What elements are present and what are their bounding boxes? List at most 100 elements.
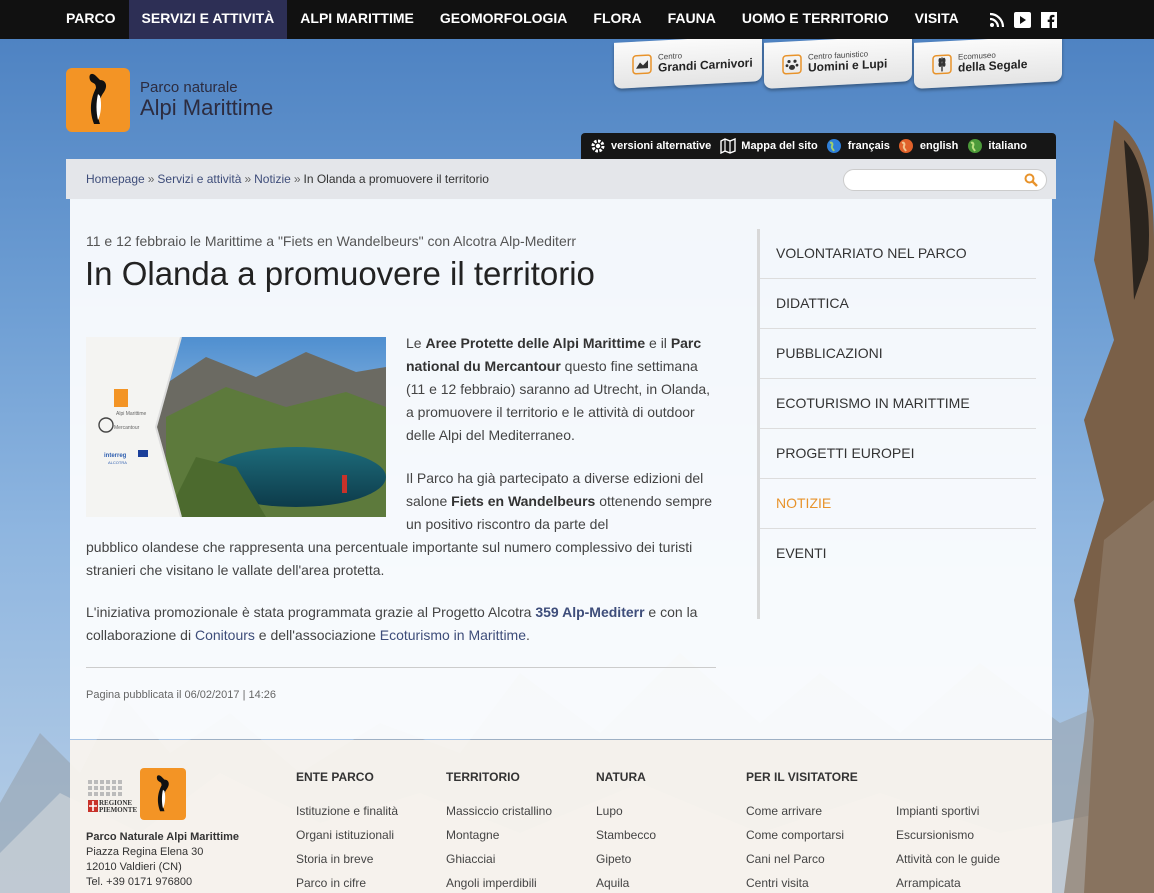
- sidebar-item-ecoturismo[interactable]: ECOTURISMO IN MARITTIME: [760, 379, 1036, 429]
- nav-uomo-e-territorio[interactable]: UOMO E TERRITORIO: [729, 0, 902, 39]
- gear-icon: [589, 138, 606, 155]
- footer-link[interactable]: Arrampicata: [896, 876, 1000, 890]
- footer-col-territorio: TERRITORIO Massiccio cristallino Montagn…: [446, 770, 553, 890]
- footer-link[interactable]: Gipeto: [596, 852, 656, 866]
- wheat-icon: [932, 54, 952, 75]
- footer-link[interactable]: Come comportarsi: [746, 828, 858, 842]
- logo-line2: Alpi Marittime: [140, 95, 274, 120]
- youtube-icon[interactable]: [1014, 11, 1031, 28]
- article-paragraph-2: Il Parco ha già partecipato a diverse ed…: [406, 470, 713, 532]
- footer-link[interactable]: Montagne: [446, 828, 552, 842]
- footer-link[interactable]: Parco in cifre: [296, 876, 398, 890]
- chamois-logo-icon: [66, 68, 130, 132]
- footer-link[interactable]: Aquila: [596, 876, 656, 890]
- footer-link[interactable]: Lupo: [596, 804, 656, 818]
- tab-uomini-e-lupi[interactable]: Centro faunistico Uomini e Lupi: [764, 35, 912, 89]
- nav-flora[interactable]: FLORA: [580, 0, 654, 39]
- sidebar-item-pubblicazioni[interactable]: PUBBLICAZIONI: [760, 329, 1036, 379]
- breadcrumb: Homepage» Servizi e attività» Notizie» In O…: [86, 172, 489, 186]
- svg-text:Mercantour: Mercantour: [114, 425, 140, 431]
- logo-line1: Parco naturale: [140, 79, 238, 96]
- sidebar-item-progetti-europei[interactable]: PROGETTI EUROPEI: [760, 429, 1036, 479]
- footer-col-visitatore: PER IL VISITATORE Come arrivare Come com…: [746, 770, 858, 890]
- footer-link[interactable]: Impianti sportivi: [896, 804, 1000, 818]
- section-sidebar: VOLONTARIATO NEL PARCO DIDATTICA PUBBLIC…: [757, 229, 1036, 619]
- footer-link[interactable]: Stambecco: [596, 828, 656, 842]
- globe-blue-icon: [826, 138, 843, 155]
- footer-col-ente-parco: ENTE PARCO Istituzione e finalità Organi…: [296, 770, 399, 890]
- footer-link[interactable]: Storia in breve: [296, 852, 398, 866]
- nav-servizi-e-attivita[interactable]: SERVIZI E ATTIVITÀ: [128, 0, 288, 39]
- search-box: [843, 169, 1047, 191]
- top-navigation: PARCO SERVIZI E ATTIVITÀ ALPI MARITTIME …: [0, 0, 1154, 39]
- footer-link[interactable]: Centri visita: [746, 876, 858, 890]
- footer-link[interactable]: Attività con le guide: [896, 852, 1000, 866]
- footer-link[interactable]: Angoli imperdibili: [446, 876, 552, 890]
- nav-fauna[interactable]: FAUNA: [655, 0, 729, 39]
- article-paragraph-2-cont: pubblico olandese che rappresenta una pe…: [86, 539, 693, 578]
- footer-logos: REGIONE PIEMONTE: [86, 768, 186, 820]
- main-content: 11 e 12 febbraio le Marittime a "Fiets e…: [70, 199, 1052, 739]
- svg-text:interreg: interreg: [104, 453, 127, 459]
- footer-link[interactable]: Escursionismo: [896, 828, 1000, 842]
- footer-chamois-logo-icon: [140, 768, 186, 820]
- nav-parco[interactable]: PARCO: [53, 0, 129, 39]
- nav-alpi-marittime[interactable]: ALPI MARITTIME: [287, 0, 427, 39]
- carnivore-icon: [632, 54, 652, 75]
- svg-text:Alpi Marittime: Alpi Marittime: [116, 411, 147, 417]
- divider: [86, 667, 716, 668]
- rock-background: [1064, 120, 1154, 893]
- footer-col-visitatore-2: Impianti sportivi Escursionismo Attività…: [896, 770, 1000, 893]
- sidebar-item-notizie[interactable]: NOTIZIE: [760, 479, 1036, 529]
- utility-bar: versioni alternative Mappa del sito fran…: [581, 133, 1056, 159]
- footer-link[interactable]: Come arrivare: [746, 804, 858, 818]
- footer-col-natura: NATURA Lupo Stambecco Gipeto Aquila: [596, 770, 657, 890]
- article-paragraph-1: Le Aree Protette delle Alpi Marittime e …: [406, 335, 711, 443]
- regione-piemonte-logo: REGIONE PIEMONTE: [86, 778, 138, 820]
- article-image: Alpi Marittime Mercantour interreg ALCOT…: [86, 337, 386, 517]
- alternative-versions-link[interactable]: versioni alternative: [589, 138, 711, 155]
- footer-link[interactable]: Ghiacciai: [446, 852, 552, 866]
- tab-della-segale[interactable]: Ecomuseo della Segale: [914, 35, 1062, 89]
- sidebar-item-volontariato[interactable]: VOLONTARIATO NEL PARCO: [760, 229, 1036, 279]
- social-links: [988, 0, 1154, 39]
- header-tabs: Centro Grandi Carnivori Centro faunistic…: [614, 35, 1064, 89]
- conitours-link[interactable]: Conitours: [195, 627, 255, 643]
- search-icon[interactable]: [1024, 173, 1038, 192]
- search-input[interactable]: [854, 170, 1024, 190]
- breadcrumb-notizie[interactable]: Notizie: [254, 172, 291, 186]
- nav-visita[interactable]: VISITA: [902, 0, 972, 39]
- regione-label: REGIONE PIEMONTE: [99, 799, 138, 814]
- lang-english[interactable]: english: [898, 138, 958, 155]
- lang-french[interactable]: français: [826, 138, 890, 155]
- article-subtitle: 11 e 12 febbraio le Marittime a "Fiets e…: [86, 233, 577, 249]
- breadcrumb-current: In Olanda a promuovere il territorio: [303, 172, 489, 186]
- facebook-icon[interactable]: [1040, 11, 1057, 28]
- breadcrumb-home[interactable]: Homepage: [86, 172, 145, 186]
- alp-mediterr-link[interactable]: 359 Alp-Mediterr: [535, 604, 644, 620]
- ecoturismo-link[interactable]: Ecoturismo in Marittime: [380, 627, 526, 643]
- breadcrumb-servizi[interactable]: Servizi e attività: [157, 172, 241, 186]
- footer-address: Parco Naturale Alpi Marittime Piazza Reg…: [86, 831, 240, 888]
- footer: REGIONE PIEMONTE Parco Naturale Alpi Mar…: [70, 740, 1052, 893]
- sidebar-item-didattica[interactable]: DIDATTICA: [760, 279, 1036, 329]
- sitemap-link[interactable]: Mappa del sito: [719, 138, 818, 155]
- footer-link[interactable]: Istituzione e finalità: [296, 804, 398, 818]
- nav-geomorfologia[interactable]: GEOMORFOLOGIA: [427, 0, 581, 39]
- footer-link[interactable]: Organi istituzionali: [296, 828, 398, 842]
- tab-grandi-carnivori[interactable]: Centro Grandi Carnivori: [614, 35, 762, 89]
- article-title: In Olanda a promuovere il territorio: [85, 255, 595, 292]
- sidebar-item-eventi[interactable]: EVENTI: [760, 529, 1036, 579]
- paw-icon: [782, 54, 802, 75]
- footer-link[interactable]: Massiccio cristallino: [446, 804, 552, 818]
- globe-orange-icon: [898, 138, 915, 155]
- map-icon: [719, 138, 736, 155]
- globe-green-icon: [966, 138, 983, 155]
- rss-icon[interactable]: [988, 11, 1005, 28]
- svg-text:ALCOTRA: ALCOTRA: [108, 460, 127, 465]
- article-paragraph-3: L'iniziativa promozionale è stata progra…: [86, 604, 698, 643]
- publication-date: Pagina pubblicata il 06/02/2017 | 14:26: [86, 689, 277, 701]
- lang-italian[interactable]: italiano: [966, 138, 1027, 155]
- site-logo[interactable]: Parco naturale Alpi Marittime: [66, 68, 273, 132]
- footer-link[interactable]: Cani nel Parco: [746, 852, 858, 866]
